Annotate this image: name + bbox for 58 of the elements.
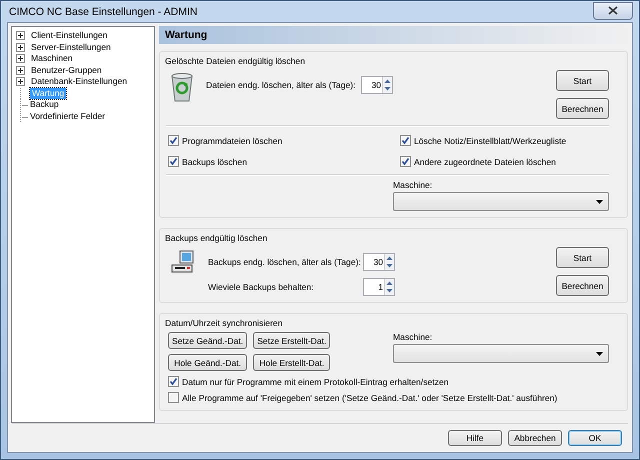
action-button[interactable]: Berechnen — [556, 98, 609, 119]
action-button[interactable]: Hole Erstellt-Dat. — [253, 354, 330, 371]
field-label: Backups endg. löschen, älter als (Tage): — [208, 257, 362, 267]
tree-item[interactable]: Server-Einstellungen — [29, 42, 113, 53]
expand-icon[interactable] — [16, 77, 25, 86]
action-button[interactable]: Berechnen — [556, 275, 609, 296]
tree-item[interactable]: Client-Einstellungen — [29, 30, 110, 42]
spin-arrows-icon[interactable] — [384, 279, 394, 295]
caret-icon — [596, 200, 603, 204]
checkbox[interactable] — [168, 156, 179, 167]
machine-dropdown[interactable] — [393, 344, 609, 363]
tree-item[interactable]: Benutzer-Gruppen — [29, 64, 104, 76]
action-button[interactable]: Abbrechen — [508, 430, 562, 446]
action-button[interactable]: Hilfe — [448, 430, 502, 446]
expand-icon[interactable] — [16, 54, 25, 64]
group-title: Backups endgültig löschen — [163, 233, 270, 243]
action-button[interactable]: Start — [556, 247, 609, 268]
expand-icon[interactable] — [16, 42, 25, 52]
checkbox-label: Lösche Notiz/Einstellblatt/Werkzeugliste — [414, 136, 566, 146]
machine-dropdown[interactable] — [393, 192, 609, 211]
checkbox[interactable] — [168, 376, 179, 387]
number-field[interactable]: 1 — [363, 278, 395, 296]
checkbox-label: Andere zugeordnete Dateien löschen — [414, 156, 556, 166]
checkbox-label: Programmdateien löschen — [182, 136, 282, 146]
window-title: CIMCO NC Base Einstellungen - ADMIN — [8, 6, 198, 18]
checkbox[interactable] — [400, 156, 411, 167]
action-button[interactable]: Start — [556, 70, 609, 91]
action-button[interactable]: Setze Geänd.-Dat. — [168, 332, 248, 349]
tree-item[interactable]: Backup — [22, 99, 61, 110]
tree-item[interactable]: Maschinen — [29, 53, 75, 64]
checkbox[interactable] — [400, 135, 411, 146]
spin-arrows-icon[interactable] — [384, 254, 394, 270]
action-button[interactable]: Setze Erstellt-Dat. — [253, 332, 330, 349]
close-icon — [608, 6, 618, 15]
checkbox-label: Datum nur für Programme mit einem Protokoll-Eintrag erhalten/setzen — [182, 376, 449, 386]
expand-icon[interactable] — [16, 66, 25, 75]
field-label: Wieviele Backups behalten: — [208, 282, 315, 292]
tree-item[interactable]: Datenbank-Einstellungen — [29, 76, 130, 88]
group-title: Datum/Uhrzeit synchronisieren — [163, 318, 284, 328]
spin-arrows-icon[interactable] — [382, 77, 392, 93]
backup-computer-icon — [170, 249, 196, 275]
action-button[interactable]: OK — [568, 430, 622, 446]
caret-icon — [596, 352, 603, 356]
checkbox-label: Backups löschen — [182, 156, 247, 166]
checkbox-label: Alle Programme auf 'Freigegeben' setzen ('Setze Geänd.-Dat.' oder 'Setze Erstellt-Dat.' ausführen) — [182, 392, 558, 402]
number-field[interactable]: 30 — [361, 76, 393, 94]
recycle-bin-icon — [170, 72, 194, 102]
action-button[interactable]: Hole Geänd.-Dat. — [168, 354, 248, 371]
tree-item[interactable]: Vordefinierte Felder — [22, 110, 107, 122]
number-field[interactable]: 30 — [363, 253, 395, 271]
field-label: Maschine: — [393, 332, 434, 342]
group-title: Gelöschte Dateien endgültig löschen — [163, 56, 307, 66]
field-label: Dateien endg. löschen, älter als (Tage): — [206, 80, 357, 90]
expand-icon[interactable] — [16, 31, 25, 40]
close-button[interactable] — [593, 2, 633, 20]
field-label: Maschine: — [393, 180, 434, 190]
checkbox[interactable] — [168, 135, 179, 146]
checkbox[interactable] — [168, 392, 179, 403]
